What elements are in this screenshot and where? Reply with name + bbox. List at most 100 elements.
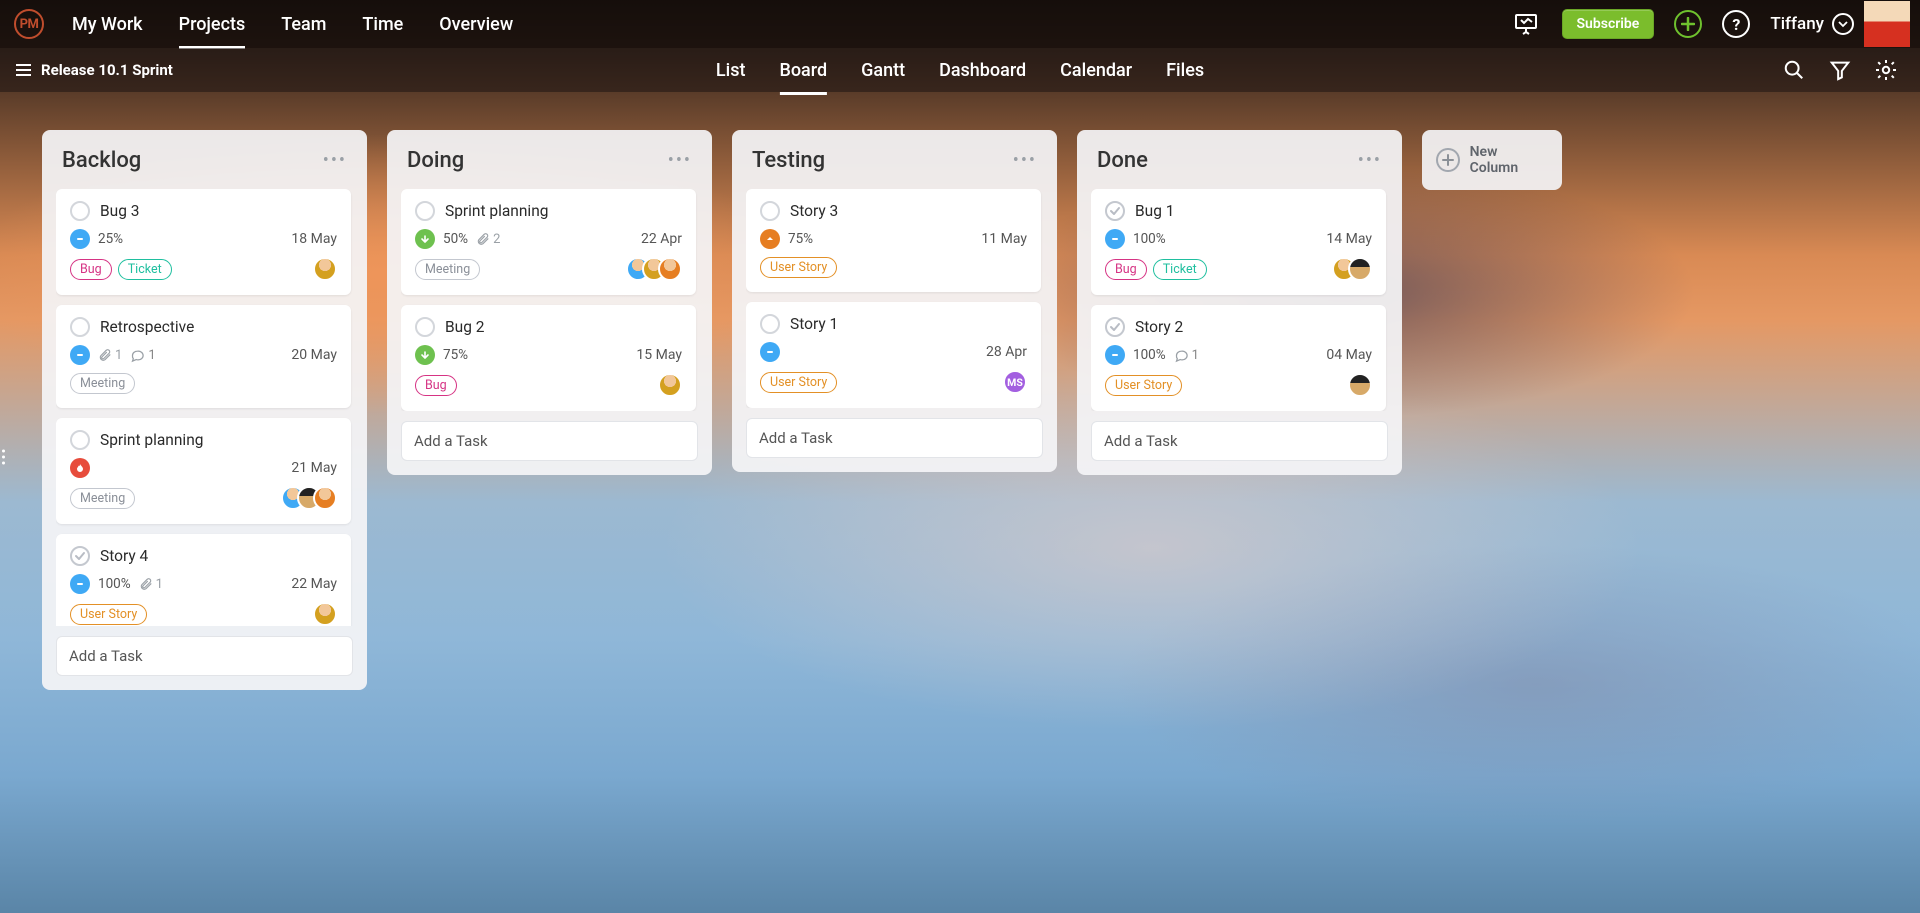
column-menu-icon[interactable]: ••• [323,150,347,171]
card-meta-row: 21 May [70,458,337,478]
new-column-button[interactable]: New Column [1422,130,1562,190]
column-menu-icon[interactable]: ••• [1358,150,1382,171]
task-card[interactable]: Retrospective 11 20 May Meeting [56,305,351,408]
card-footer: Bug [415,373,682,397]
assignee-avatars [281,486,337,510]
view-board[interactable]: Board [779,52,827,89]
card-header: Story 2 [1105,317,1372,337]
add-task-input[interactable]: Add a Task [746,418,1043,458]
avatar [1348,257,1372,281]
task-title: Sprint planning [100,431,203,449]
project-selector[interactable]: Release 10.1 Sprint [16,61,173,79]
column-title: Doing [407,148,464,173]
priority-icon [1105,345,1125,365]
task-checkbox[interactable] [760,314,780,334]
hamburger-icon [16,64,31,76]
task-card[interactable]: Story 1 28 Apr User StoryMS [746,302,1041,408]
tag-pill: User Story [760,257,837,278]
column-menu-icon[interactable]: ••• [668,150,692,171]
kanban-board: Backlog ••• Bug 3 25% 18 May BugTicket R… [0,92,1920,913]
card-header: Sprint planning [70,430,337,450]
task-title: Bug 2 [445,318,484,336]
add-task-input[interactable]: Add a Task [401,421,698,461]
task-card[interactable]: Story 3 75% 11 May User Story [746,189,1041,292]
task-card[interactable]: Bug 2 75% 15 May Bug [401,305,696,411]
add-icon[interactable] [1674,10,1702,38]
presentation-icon[interactable] [1508,6,1544,42]
card-header: Bug 2 [415,317,682,337]
assignee-avatars [1332,257,1372,281]
priority-icon [760,229,780,249]
tag-list: Meeting [415,259,480,280]
add-task-input[interactable]: Add a Task [56,636,353,676]
view-calendar[interactable]: Calendar [1060,52,1132,89]
view-files[interactable]: Files [1166,52,1204,89]
task-title: Sprint planning [445,202,548,220]
attachment-count: 2 [476,232,500,247]
comment-count: 1 [130,348,155,363]
attachment-count: 1 [98,348,122,363]
task-checkbox[interactable] [70,317,90,337]
column-title: Done [1097,148,1148,173]
column-menu-icon[interactable]: ••• [1013,150,1037,171]
card-header: Story 3 [760,201,1027,221]
task-checkbox[interactable] [1105,317,1125,337]
column-header: Testing ••• [746,144,1043,175]
task-checkbox[interactable] [70,201,90,221]
due-date: 04 May [1326,347,1372,363]
add-task-input[interactable]: Add a Task [1091,421,1388,461]
view-gantt[interactable]: Gantt [861,52,905,89]
assignee-avatars [313,602,337,626]
avatar [658,373,682,397]
card-meta-row: 100%1 04 May [1105,345,1372,365]
task-checkbox[interactable] [70,546,90,566]
view-list[interactable]: List [716,52,746,89]
priority-icon [70,458,90,478]
filter-icon[interactable] [1822,52,1858,88]
task-checkbox[interactable] [415,317,435,337]
task-checkbox[interactable] [760,201,780,221]
help-icon[interactable]: ? [1722,10,1750,38]
nav-team[interactable]: Team [281,4,326,45]
nav-time[interactable]: Time [362,4,403,45]
nav-projects[interactable]: Projects [179,4,246,45]
side-drag-handle[interactable] [0,441,7,472]
app-logo[interactable]: PM [14,9,44,39]
card-meta [70,458,90,478]
task-card[interactable]: Bug 1 100% 14 May BugTicket [1091,189,1386,295]
task-checkbox[interactable] [415,201,435,221]
column-title: Backlog [62,148,141,173]
tag-list: User Story [760,372,837,393]
tag-list: User Story [760,257,837,278]
card-footer: User Story [1105,373,1372,397]
task-card[interactable]: Sprint planning 21 May Meeting [56,418,351,524]
progress-percent: 50% [443,231,468,247]
task-card[interactable]: Sprint planning 50%2 22 Apr Meeting [401,189,696,295]
user-menu[interactable]: Tiffany [1770,13,1854,35]
progress-percent: 100% [1133,231,1166,247]
chevron-down-icon [1832,13,1854,35]
task-card[interactable]: Story 4 100%1 22 May User Story [56,534,351,626]
avatar: MS [1003,370,1027,394]
tag-list: Meeting [70,373,135,394]
assignee-avatars [1348,373,1372,397]
due-date: 20 May [291,347,337,363]
subscribe-button[interactable]: Subscribe [1562,9,1655,39]
search-icon[interactable] [1776,52,1812,88]
task-card[interactable]: Bug 3 25% 18 May BugTicket [56,189,351,295]
task-card[interactable]: Story 2 100%1 04 May User Story [1091,305,1386,411]
due-date: 15 May [636,347,682,363]
task-checkbox[interactable] [70,430,90,450]
nav-overview[interactable]: Overview [439,4,513,45]
user-avatar[interactable] [1864,1,1910,47]
nav-my-work[interactable]: My Work [72,4,143,45]
settings-gear-icon[interactable] [1868,52,1904,88]
card-header: Story 4 [70,546,337,566]
tag-list: BugTicket [1105,259,1207,280]
task-checkbox[interactable] [1105,201,1125,221]
username-label: Tiffany [1770,14,1824,34]
view-dashboard[interactable]: Dashboard [939,52,1026,89]
progress-percent: 100% [98,576,131,592]
card-footer: User Story MS [760,370,1027,394]
task-title: Story 2 [1135,318,1183,336]
